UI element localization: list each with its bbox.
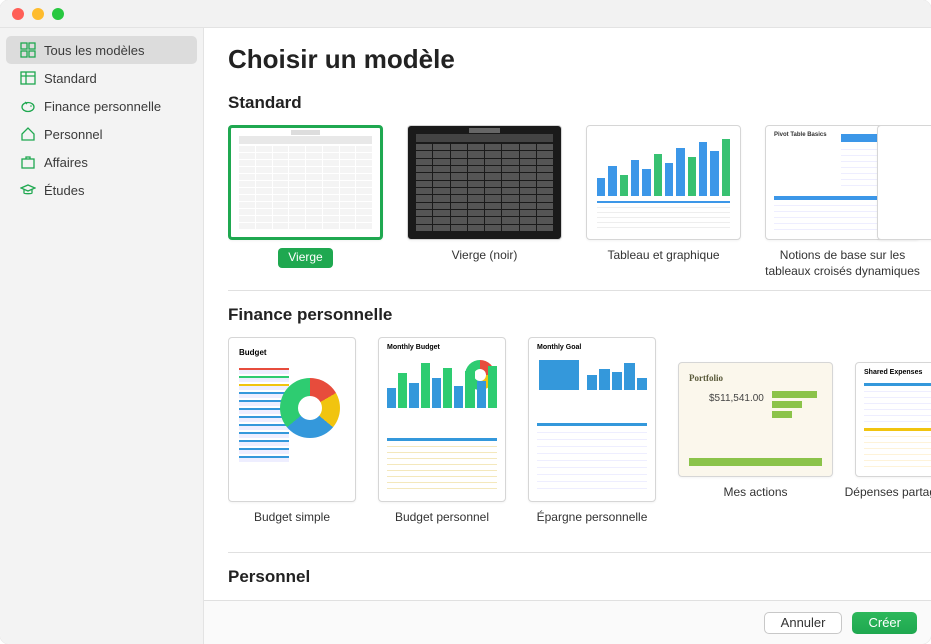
thumb-inner-title: Budget xyxy=(239,348,267,357)
template-label: Tableau et graphique xyxy=(607,248,719,280)
section-header-standard: Standard xyxy=(228,93,931,113)
sidebar: Tous les modèles Standard Finance person… xyxy=(0,28,204,644)
template-thumbnail: Monthly Goal xyxy=(528,337,656,502)
sidebar-item-label: Tous les modèles xyxy=(44,43,144,58)
sidebar-item-personal[interactable]: Personnel xyxy=(6,120,197,148)
main-area: Choisir un modèle Standard Vierge xyxy=(204,28,931,644)
template-thumbnail: Shared Expenses xyxy=(855,362,931,477)
sidebar-item-label: Personnel xyxy=(44,127,103,142)
template-thumbnail xyxy=(228,125,383,240)
thumb-inner-title: Pivot Table Basics xyxy=(774,132,827,138)
section-header-finance: Finance personnelle xyxy=(228,290,931,325)
sidebar-item-label: Standard xyxy=(44,71,97,86)
page-title: Choisir un modèle xyxy=(228,44,931,75)
close-window-button[interactable] xyxy=(12,8,24,20)
graduation-cap-icon xyxy=(20,182,36,198)
template-chooser-window: Tous les modèles Standard Finance person… xyxy=(0,0,931,644)
table-icon xyxy=(20,70,36,86)
thumb-inner-title: Portfolio xyxy=(689,373,723,383)
sidebar-item-all-templates[interactable]: Tous les modèles xyxy=(6,36,197,64)
template-label: Mes actions xyxy=(723,485,787,517)
grid-icon xyxy=(20,42,36,58)
template-thumbnail xyxy=(877,125,931,240)
template-table-chart[interactable]: Tableau et graphique xyxy=(586,125,741,280)
template-label: Notions de base sur les tableaux croisés… xyxy=(765,248,920,280)
window-body: Tous les modèles Standard Finance person… xyxy=(0,28,931,644)
cancel-button[interactable]: Annuler xyxy=(764,612,843,634)
thumb-inner-title: Monthly Goal xyxy=(537,344,581,351)
home-icon xyxy=(20,126,36,142)
template-personal-savings[interactable]: Monthly Goal Épargne personnelle xyxy=(528,337,656,542)
content-scroll[interactable]: Choisir un modèle Standard Vierge xyxy=(204,28,931,600)
template-thumbnail: Budget xyxy=(228,337,356,502)
sidebar-item-business[interactable]: Affaires xyxy=(6,148,197,176)
titlebar xyxy=(0,0,931,28)
briefcase-icon xyxy=(20,154,36,170)
template-label: Vierge (noir) xyxy=(452,248,518,280)
template-label: Budget personnel xyxy=(395,510,489,542)
sidebar-item-label: Affaires xyxy=(44,155,88,170)
template-blank[interactable]: Vierge xyxy=(228,125,383,280)
section-header-personnel: Personnel xyxy=(228,552,931,587)
template-portfolio[interactable]: Portfolio $511,541.00 Mes actions xyxy=(678,337,833,542)
template-thumbnail: Monthly Budget xyxy=(378,337,506,502)
window-controls xyxy=(12,8,64,20)
thumb-inner-title: Monthly Budget xyxy=(387,344,440,351)
template-label: Vierge xyxy=(278,248,332,268)
thumb-amount: $511,541.00 xyxy=(709,393,764,404)
template-row-standard: Vierge Vierge (noir) xyxy=(228,125,931,280)
footer: Annuler Créer xyxy=(204,600,931,644)
template-personal-budget[interactable]: Monthly Budget Budget personnel xyxy=(378,337,506,542)
template-label: Dépenses partagées xyxy=(845,485,931,517)
template-label: Budget simple xyxy=(254,510,330,542)
template-blank-dark[interactable]: Vierge (noir) xyxy=(407,125,562,280)
sidebar-item-finance[interactable]: Finance personnelle xyxy=(6,92,197,120)
template-thumbnail xyxy=(407,125,562,240)
zoom-window-button[interactable] xyxy=(52,8,64,20)
sidebar-item-education[interactable]: Études xyxy=(6,176,197,204)
piggy-bank-icon xyxy=(20,98,36,114)
sidebar-item-standard[interactable]: Standard xyxy=(6,64,197,92)
minimize-window-button[interactable] xyxy=(32,8,44,20)
template-thumbnail: Portfolio $511,541.00 xyxy=(678,362,833,477)
template-row-finance: Budget Budget simple Monthly Budget xyxy=(228,337,931,542)
template-shared-expenses[interactable]: Shared Expenses Dépenses partagées xyxy=(855,337,931,542)
template-label: Épargne personnelle xyxy=(537,510,648,542)
sidebar-item-label: Études xyxy=(44,183,84,198)
template-simple-budget[interactable]: Budget Budget simple xyxy=(228,337,356,542)
thumb-inner-title: Shared Expenses xyxy=(864,369,922,376)
template-thumbnail xyxy=(586,125,741,240)
create-button[interactable]: Créer xyxy=(852,612,917,634)
sidebar-item-label: Finance personnelle xyxy=(44,99,161,114)
